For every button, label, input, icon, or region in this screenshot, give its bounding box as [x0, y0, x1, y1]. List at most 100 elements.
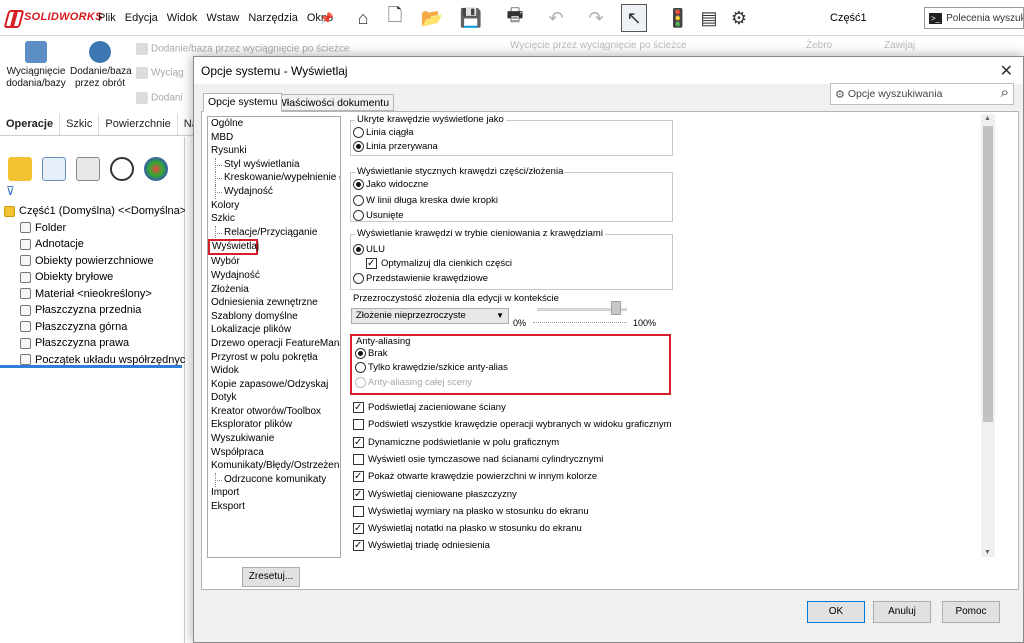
extruded-boss-button[interactable]: Wyciągnięcie dodania/bazy: [6, 41, 66, 90]
tab-system-options[interactable]: Opcje systemu: [203, 93, 283, 112]
tree-item-folder[interactable]: Folder: [0, 220, 185, 237]
scroll-up-icon[interactable]: ▲: [984, 115, 991, 122]
category-item[interactable]: Odniesienia zewnętrzne: [208, 296, 340, 310]
swept-boss-button[interactable]: Dodanie/baza przez wyciągnięcie po ścież…: [136, 43, 349, 55]
checkbox[interactable]: [353, 505, 364, 517]
checkbox[interactable]: [353, 523, 364, 535]
rollback-bar[interactable]: [0, 365, 182, 368]
swept-cut-button[interactable]: Wycięcie przez wyciągnięcie po ścieżce: [510, 40, 687, 51]
category-item[interactable]: Ogólne: [208, 117, 340, 131]
tree-item-material[interactable]: Materiał <nieokreślony>: [0, 286, 185, 303]
category-item[interactable]: Wyszukiwanie: [208, 432, 340, 446]
category-item[interactable]: Kreskowanie/wypełnienie obs: [208, 171, 340, 185]
tree-root-part[interactable]: Część1 (Domyślna) <<Domyślna>_St: [0, 203, 185, 220]
cancel-button[interactable]: Anuluj: [873, 601, 931, 623]
category-item[interactable]: Styl wyświetlania: [208, 157, 340, 172]
radio-button[interactable]: [353, 273, 364, 284]
category-item[interactable]: Lokalizacje plików: [208, 323, 340, 337]
pin-icon[interactable]: 📌: [320, 12, 334, 25]
category-item[interactable]: Odrzucone komunikaty: [208, 472, 340, 487]
category-item[interactable]: Szablony domyślne: [208, 310, 340, 324]
category-item[interactable]: Komunikaty/Błędy/Ostrzeżenia: [208, 459, 340, 473]
display-option-checkbox-row[interactable]: Wyświetlaj wymiary na płasko w stosunku …: [353, 505, 589, 517]
category-item[interactable]: Szkic: [208, 212, 340, 226]
category-item[interactable]: Złożenia: [208, 283, 340, 297]
tree-item-annotations[interactable]: Adnotacje: [0, 236, 185, 253]
display-option-checkbox-row[interactable]: Wyświetlaj cieniowane płaszczyzny: [353, 488, 517, 500]
radio-shaded-hlr[interactable]: ULU: [353, 244, 385, 255]
print-icon[interactable]: 🖶: [500, 4, 530, 32]
display-option-checkbox-row[interactable]: Podświetlaj zacieniowane ściany: [353, 402, 506, 413]
radio-tangent-phantom[interactable]: W linii długa kreska dwie kropki: [353, 195, 498, 206]
command-search-box[interactable]: >_ Polecenia wyszukiwania: [924, 7, 1024, 29]
radio-button[interactable]: [353, 244, 364, 255]
close-icon[interactable]: ✕: [1000, 61, 1013, 81]
lofted-boss-button[interactable]: Wyciąg: [136, 67, 184, 79]
category-item[interactable]: Przyrost w polu pokrętła: [208, 351, 340, 365]
checkbox[interactable]: [353, 436, 364, 448]
options-scrollbar[interactable]: ▲ ▼: [981, 114, 995, 557]
select-pointer-icon[interactable]: ↖: [621, 4, 647, 32]
radio-button[interactable]: [353, 127, 364, 138]
radio-hidden-solid[interactable]: Linia ciągła: [353, 127, 414, 138]
rib-button[interactable]: Żebro: [806, 40, 832, 51]
radio-tangent-visible[interactable]: Jako widoczne: [353, 179, 428, 190]
checkbox[interactable]: [353, 419, 364, 431]
help-button[interactable]: Pomoc: [942, 601, 1000, 623]
radio-shaded-wireframe[interactable]: Przedstawienie krawędziowe: [353, 273, 488, 284]
category-item[interactable]: Rysunki: [208, 144, 340, 158]
transparency-slider-thumb[interactable]: [611, 301, 621, 315]
category-item[interactable]: Widok: [208, 364, 340, 378]
options-search-input[interactable]: ⚙ Opcje wyszukiwania ⌕: [830, 83, 1014, 105]
boundary-boss-button[interactable]: Dodani: [136, 92, 183, 104]
radio-aa-none[interactable]: Brak: [355, 348, 388, 359]
menu-edit[interactable]: Edycja: [125, 12, 158, 24]
ok-button[interactable]: OK: [807, 601, 865, 623]
category-item[interactable]: Kolory: [208, 199, 340, 213]
checkbox[interactable]: [353, 402, 364, 413]
menu-view[interactable]: Widok: [167, 12, 198, 24]
radio-hidden-dashed[interactable]: Linia przerywana: [353, 141, 438, 152]
tab-sketch[interactable]: Szkic: [60, 114, 100, 135]
category-item[interactable]: Drzewo operacji FeatureManage: [208, 337, 340, 351]
category-item[interactable]: Import: [208, 486, 340, 500]
menu-file[interactable]: Plik: [98, 12, 116, 24]
new-document-icon[interactable]: 🗋: [380, 4, 410, 32]
tab-document-properties[interactable]: Właściwości dokumentu: [272, 94, 395, 111]
category-item[interactable]: Relacje/Przyciąganie: [208, 225, 340, 240]
menu-insert[interactable]: Wstaw: [206, 12, 239, 24]
display-option-checkbox-row[interactable]: Wyświetlaj triadę odniesienia: [353, 540, 490, 552]
category-item[interactable]: Kreator otworów/Toolbox: [208, 405, 340, 419]
checkbox[interactable]: [366, 258, 377, 269]
radio-button[interactable]: [353, 141, 364, 152]
category-item[interactable]: Eksport: [208, 500, 340, 514]
redo-icon[interactable]: ↷: [582, 4, 610, 32]
radio-aa-edges[interactable]: Tylko krawędzie/szkice anty-alias: [355, 362, 508, 373]
tree-item-right-plane[interactable]: Płaszczyzna prawa: [0, 335, 185, 352]
checkbox[interactable]: [353, 453, 364, 465]
category-item[interactable]: MBD: [208, 131, 340, 145]
undo-icon[interactable]: ↶: [542, 4, 570, 32]
filter-icon[interactable]: ⊽: [6, 184, 15, 198]
check-optimize-thin[interactable]: Optymalizuj dla cienkich części: [366, 258, 512, 269]
tree-item-solid-bodies[interactable]: Obiekty bryłowe: [0, 269, 185, 286]
transparency-select[interactable]: Złożenie nieprzezroczyste ▼: [351, 308, 509, 324]
menu-tools[interactable]: Narzędzia: [248, 12, 298, 24]
display-option-checkbox-row[interactable]: Wyświetl osie tymczasowe nad ścianami cy…: [353, 453, 603, 465]
dimxpert-tab-icon[interactable]: [110, 157, 134, 181]
category-item[interactable]: Wydajność: [208, 184, 340, 199]
radio-button[interactable]: [353, 195, 364, 206]
display-option-checkbox-row[interactable]: Dynamiczne podświetlanie w polu graficzn…: [353, 436, 559, 448]
reset-button[interactable]: Zresetuj...: [242, 567, 300, 587]
display-option-checkbox-row[interactable]: Wyświetlaj notatki na płasko w stosunku …: [353, 523, 582, 535]
radio-tangent-removed[interactable]: Usunięte: [353, 210, 404, 221]
checkbox[interactable]: [353, 471, 364, 483]
category-item[interactable]: Eksplorator plików: [208, 418, 340, 432]
scrollbar-thumb[interactable]: [983, 126, 993, 422]
category-item[interactable]: Wydajność: [208, 269, 340, 283]
revolved-boss-button[interactable]: Dodanie/baza przez obrót: [70, 41, 132, 90]
save-icon[interactable]: 💾: [456, 4, 486, 32]
checkbox[interactable]: [353, 540, 364, 552]
search-icon[interactable]: ⌕: [1001, 84, 1009, 101]
display-option-checkbox-row[interactable]: Pokaż otwarte krawędzie powierzchni w in…: [353, 471, 597, 483]
